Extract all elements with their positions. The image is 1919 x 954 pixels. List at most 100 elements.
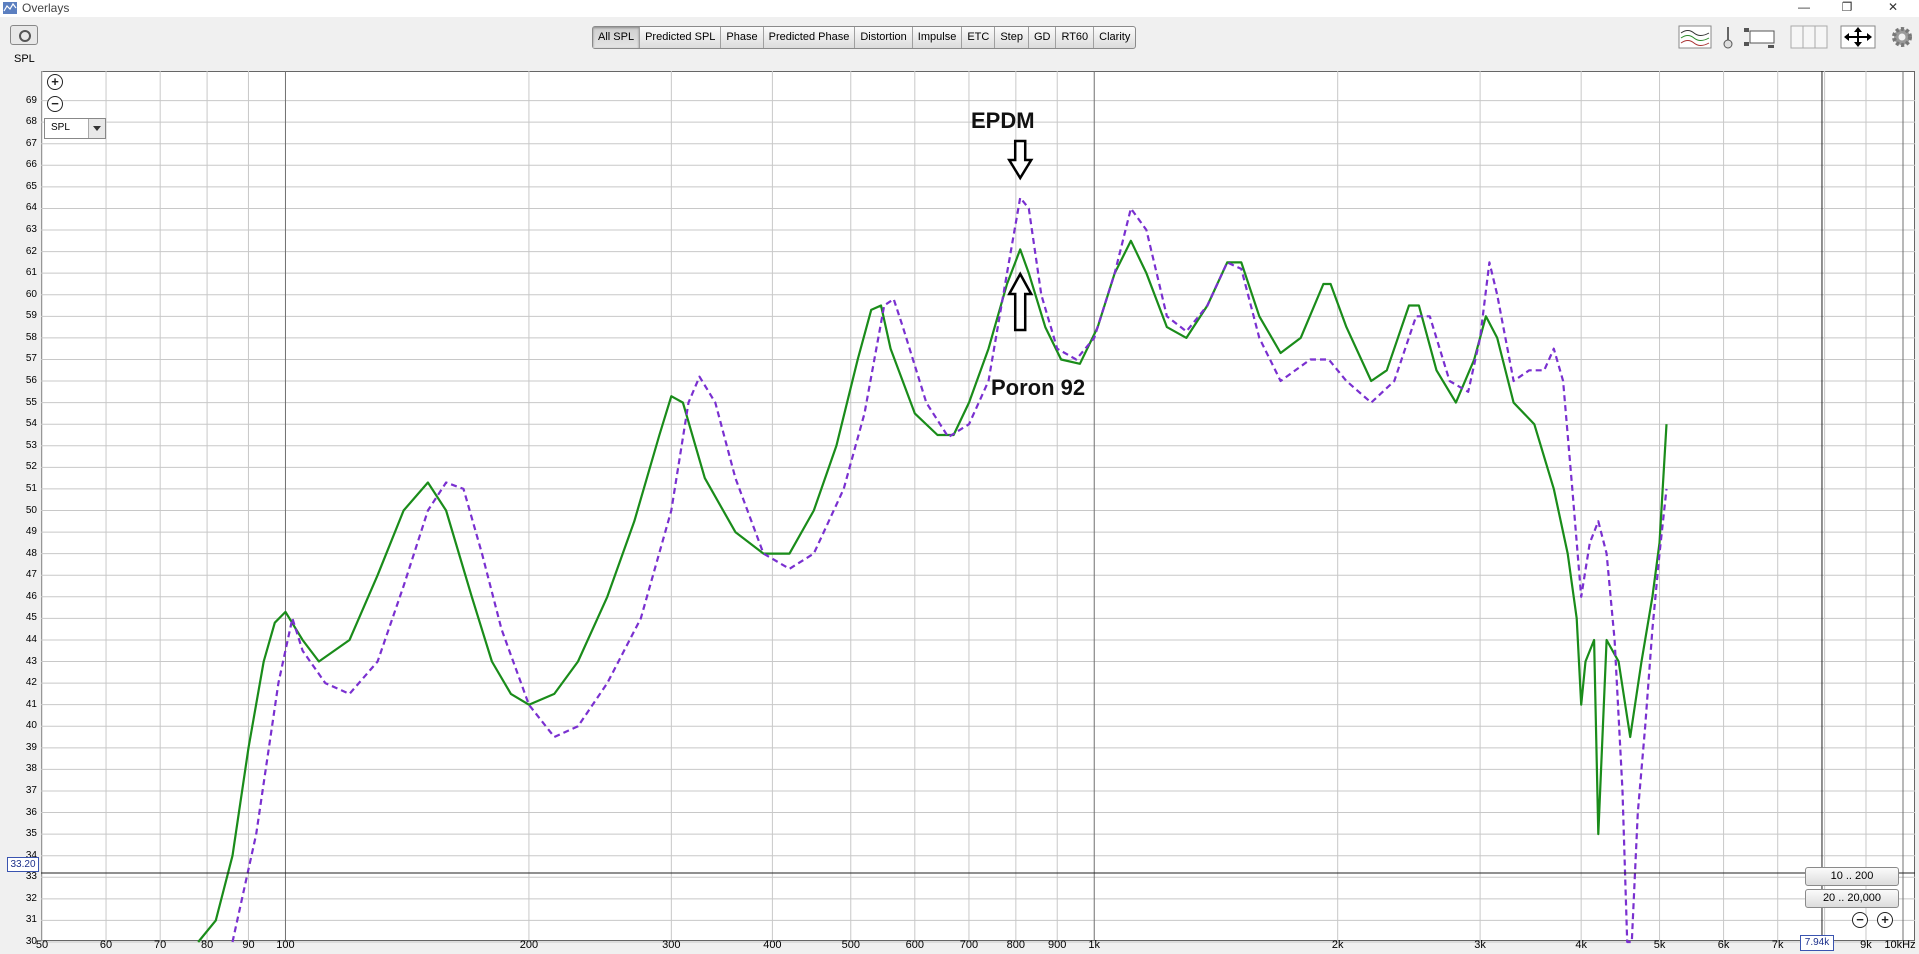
x-tick-label: 400: [763, 939, 782, 951]
y-tick-label: 61: [25, 267, 37, 279]
tab-impulse[interactable]: Impulse: [913, 27, 963, 48]
y-tick-label: 67: [25, 137, 37, 149]
x-tick-label: 10kHz: [1884, 939, 1916, 951]
x-tick-label: 300: [662, 939, 681, 951]
annotation-lower: Poron 92: [991, 375, 1086, 400]
y-tick-label: 48: [25, 547, 37, 559]
x-tick-label: 800: [1006, 939, 1026, 951]
toolbar: SPL All SPL Predicted SPL Phase Predicted P…: [0, 17, 1919, 69]
y-tick-label: 38: [25, 763, 37, 775]
y-tick-label: 41: [25, 698, 37, 710]
x-tick-label: 9k: [1860, 939, 1872, 951]
x-tick-label: 70: [154, 939, 167, 951]
tab-predicted-spl[interactable]: Predicted SPL: [640, 27, 722, 48]
window-title: Overlays: [22, 1, 70, 15]
y-tick-label: 53: [25, 439, 37, 451]
dropdown-value: SPL: [51, 122, 70, 133]
y-tick-label: 63: [25, 224, 37, 236]
y-tick-label: 47: [25, 569, 37, 581]
tab-gd[interactable]: GD: [1029, 27, 1057, 48]
y-tick-label: 60: [25, 288, 37, 300]
y-tick-label: 43: [25, 655, 37, 667]
y-tick-label: 52: [25, 461, 37, 473]
x-tick-label: 80: [200, 939, 214, 951]
x-tick-label: 700: [959, 939, 979, 951]
y-tick-label: 54: [25, 418, 37, 430]
y-tick-label: 46: [25, 590, 37, 602]
y-tick-label: 35: [25, 828, 37, 840]
x-cursor-readout[interactable]: 7.94k: [1800, 935, 1834, 951]
x-tick-label: 90: [242, 939, 255, 951]
y-tick-label: 56: [25, 375, 37, 387]
range-zoom-out-icon[interactable]: −: [1852, 912, 1868, 928]
y-tick-label: 57: [25, 353, 37, 365]
y-tick-label: 68: [25, 116, 37, 128]
x-tick-label: 200: [519, 939, 539, 951]
x-tick-label: 50: [35, 939, 49, 951]
graph-tabs: All SPL Predicted SPL Phase Predicted Phase…: [592, 26, 1137, 49]
y-tick-label: 66: [25, 159, 37, 171]
tab-rt60[interactable]: RT60: [1056, 27, 1095, 48]
x-tick-label: 60: [99, 939, 113, 951]
annotation-upper: EPDM: [971, 108, 1035, 133]
x-tick-label: 1k: [1088, 939, 1101, 951]
x-tick-label: 600: [905, 939, 924, 951]
y-tick-label: 55: [25, 396, 37, 408]
camera-icon[interactable]: [10, 25, 38, 45]
x-tick-label: 2k: [1331, 939, 1344, 951]
y-tick-label: 64: [25, 202, 37, 214]
settings-gear-icon[interactable]: [1890, 25, 1914, 49]
x-tick-label: 7k: [1771, 939, 1784, 951]
zoom-in-icon[interactable]: +: [47, 74, 63, 90]
tab-clarity[interactable]: Clarity: [1094, 27, 1135, 48]
y-tick-label: 37: [25, 784, 37, 796]
x-tick-label: 3k: [1474, 939, 1486, 951]
y-tick-label: 69: [25, 94, 37, 106]
y-tick-label: 62: [25, 245, 37, 257]
app-icon: [3, 2, 17, 14]
range-zoom-in-icon[interactable]: +: [1877, 912, 1893, 928]
slider-icon[interactable]: [1718, 25, 1738, 49]
x-tick-label: 5k: [1653, 939, 1666, 951]
y-tick-label: 33: [25, 871, 37, 883]
tab-distortion[interactable]: Distortion: [855, 27, 913, 48]
range-10-200-button[interactable]: 10 .. 200: [1805, 867, 1899, 886]
x-tick-label: 500: [841, 939, 860, 951]
restore-button[interactable]: ❐: [1830, 0, 1864, 17]
minimize-button[interactable]: —: [1787, 0, 1821, 17]
title-bar: Overlays — ❐ ✕: [0, 0, 1919, 17]
chevron-down-icon[interactable]: [88, 119, 105, 138]
axis-label: SPL: [14, 53, 35, 65]
y-tick-label: 45: [25, 612, 37, 624]
y-tick-label: 31: [25, 914, 37, 926]
x-tick-label: 6k: [1717, 939, 1730, 951]
y-tick-label: 58: [25, 331, 37, 343]
legend-position-icon[interactable]: [1742, 25, 1776, 49]
tab-predicted-phase[interactable]: Predicted Phase: [764, 27, 856, 48]
fit-view-icon[interactable]: [1840, 25, 1876, 49]
y-tick-label: 59: [25, 310, 37, 322]
trace-dropdown[interactable]: SPL: [44, 118, 106, 139]
plot-area[interactable]: [41, 71, 1915, 941]
y-tick-label: 36: [25, 806, 37, 818]
close-button[interactable]: ✕: [1876, 0, 1910, 17]
tab-step[interactable]: Step: [995, 27, 1029, 48]
y-tick-label: 49: [25, 526, 37, 538]
x-tick-label: 900: [1048, 939, 1067, 951]
y-cursor-readout[interactable]: 33.20: [7, 857, 39, 872]
panel-layout-icon[interactable]: [1790, 25, 1828, 49]
tab-etc[interactable]: ETC: [962, 27, 996, 48]
y-tick-label: 42: [25, 677, 37, 689]
trace-arrange-icon[interactable]: [1678, 25, 1712, 49]
tab-all-spl[interactable]: All SPL: [593, 27, 641, 48]
range-20-20000-button[interactable]: 20 .. 20,000: [1805, 889, 1899, 908]
y-tick-label: 44: [25, 633, 37, 645]
zoom-out-icon[interactable]: −: [47, 96, 63, 112]
y-tick-label: 50: [25, 504, 37, 516]
y-tick-label: 32: [25, 892, 37, 904]
x-tick-label: 100: [276, 939, 295, 951]
y-tick-label: 39: [25, 741, 37, 753]
tab-phase[interactable]: Phase: [721, 27, 764, 48]
y-tick-label: 65: [25, 180, 37, 192]
x-tick-label: 4k: [1575, 939, 1587, 951]
